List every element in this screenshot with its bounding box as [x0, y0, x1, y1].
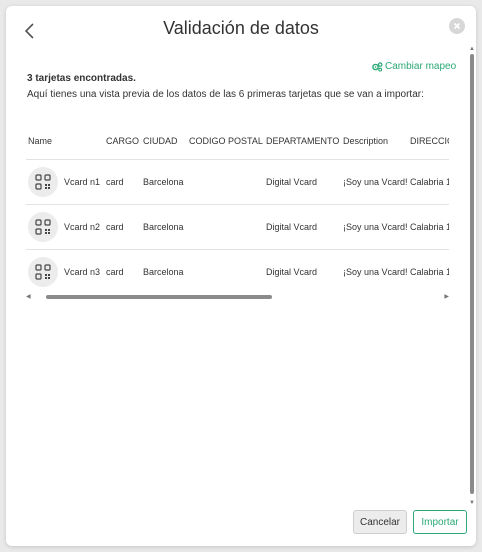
name-cell: Vcard n1 — [26, 159, 104, 205]
qr-code-icon — [28, 211, 58, 242]
column-header-direccion: DIRECCIÓN — [408, 123, 449, 160]
cancel-button[interactable]: Cancelar — [353, 510, 407, 534]
description-cell: ¡Soy una Vcard! — [341, 204, 408, 250]
column-header-name: Name — [26, 123, 104, 160]
preview-table: Name CARGO CIUDAD CODIGO POSTAL DEPARTAM… — [26, 123, 449, 291]
column-header-cargo: CARGO — [104, 123, 141, 160]
close-button[interactable] — [449, 18, 465, 34]
codigo-postal-cell — [187, 204, 264, 250]
column-header-ciudad: CIUDAD — [141, 123, 187, 160]
direccion-cell: Calabria 1 — [408, 249, 449, 291]
direccion-cell: Calabria 1 — [408, 159, 449, 205]
departamento-cell: Digital Vcard — [264, 159, 341, 205]
change-mapping-label: Cambiar mapeo — [385, 61, 457, 72]
cargo-cell: card — [104, 249, 141, 291]
card-name: Vcard n3 — [64, 266, 101, 277]
cargo-cell: card — [104, 204, 141, 250]
cards-found-count: 3 tarjetas encontradas. — [27, 73, 136, 84]
table-row: Vcard n2 card Barcelona Digital Vcard ¡S… — [26, 204, 449, 250]
name-cell-content: Vcard n1 — [28, 166, 102, 197]
modal-title: Validación de datos — [163, 18, 319, 38]
name-cell-content: Vcard n2 — [28, 211, 102, 242]
validation-modal: Validación de datos Cambiar mapeo 3 tarj… — [6, 6, 476, 546]
vertical-scroll-thumb[interactable] — [470, 54, 474, 494]
scroll-left-icon[interactable]: ◀ — [26, 293, 31, 301]
scroll-up-icon[interactable]: ▲ — [469, 46, 475, 52]
table-row: Vcard n3 card Barcelona Digital Vcard ¡S… — [26, 249, 449, 291]
cargo-cell: card — [104, 159, 141, 205]
column-header-description: Description — [341, 123, 408, 160]
horizontal-scroll-thumb[interactable] — [46, 295, 272, 299]
ciudad-cell: Barcelona — [141, 204, 187, 250]
departamento-cell: Digital Vcard — [264, 249, 341, 291]
direccion-cell: Calabria 1 — [408, 204, 449, 250]
codigo-postal-cell — [187, 249, 264, 291]
table-row: Vcard n1 card Barcelona Digital Vcard ¡S… — [26, 159, 449, 205]
description-cell: ¡Soy una Vcard! — [341, 159, 408, 205]
card-name: Vcard n1 — [64, 176, 101, 187]
description-cell: ¡Soy una Vcard! — [341, 249, 408, 291]
preview-description: Aquí tienes una vista previa de los dato… — [27, 89, 424, 100]
preview-table-container[interactable]: Name CARGO CIUDAD CODIGO POSTAL DEPARTAM… — [26, 123, 449, 291]
column-header-codigo-postal: CODIGO POSTAL — [187, 123, 264, 160]
table-header-row: Name CARGO CIUDAD CODIGO POSTAL DEPARTAM… — [26, 123, 449, 160]
name-cell: Vcard n3 — [26, 249, 104, 291]
codigo-postal-cell — [187, 159, 264, 205]
qr-code-icon — [28, 256, 58, 287]
close-icon — [453, 22, 461, 30]
scroll-right-icon[interactable]: ▶ — [444, 293, 449, 301]
ciudad-cell: Barcelona — [141, 159, 187, 205]
card-name: Vcard n2 — [64, 221, 101, 232]
name-cell: Vcard n2 — [26, 204, 104, 250]
vertical-scrollbar[interactable]: ▲ ▼ — [469, 46, 475, 506]
scroll-down-icon[interactable]: ▼ — [469, 500, 475, 506]
name-cell-content: Vcard n3 — [28, 256, 102, 287]
qr-code-icon — [28, 166, 58, 197]
gears-icon — [372, 61, 383, 72]
ciudad-cell: Barcelona — [141, 249, 187, 291]
change-mapping-link[interactable]: Cambiar mapeo — [372, 61, 456, 72]
horizontal-scrollbar[interactable]: ◀ ▶ — [26, 293, 449, 301]
departamento-cell: Digital Vcard — [264, 204, 341, 250]
import-button[interactable]: Importar — [413, 510, 467, 534]
column-header-departamento: DEPARTAMENTO — [264, 123, 341, 160]
